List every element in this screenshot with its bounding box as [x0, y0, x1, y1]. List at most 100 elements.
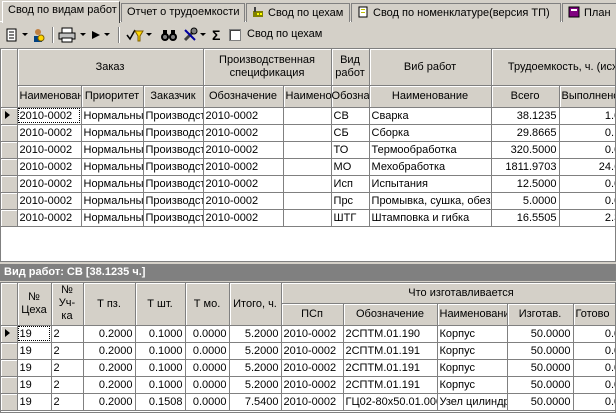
table-cell[interactable]: Прс: [331, 192, 370, 210]
table-cell[interactable]: 1.0000: [559, 107, 615, 125]
table-row[interactable]: 2010-0002НормальныйПроизводство2010-0002…: [1, 192, 615, 210]
table-cell[interactable]: 19: [17, 359, 52, 377]
table-cell[interactable]: Нормальный: [81, 192, 144, 210]
table-cell[interactable]: Сварка: [369, 107, 492, 125]
row-indicator[interactable]: [1, 158, 18, 176]
table-cell[interactable]: [283, 209, 332, 227]
row-indicator[interactable]: [1, 124, 18, 142]
tab-svod-po-nomenklature[interactable]: Свод по номенклатуре(версия ТП): [351, 3, 561, 22]
table-row[interactable]: 2010-0002НормальныйПроизводство2010-0002…: [1, 175, 615, 193]
column-header[interactable]: Итого, ч.: [229, 283, 282, 326]
user-icon[interactable]: [30, 26, 46, 44]
table-cell[interactable]: 0.2000: [83, 393, 136, 411]
row-indicator[interactable]: [1, 209, 18, 227]
table-cell[interactable]: Нормальный: [81, 158, 144, 176]
table-cell[interactable]: 0.2000: [83, 342, 136, 360]
dropdown-arrow-icon[interactable]: [104, 26, 110, 44]
table-cell[interactable]: Корпус: [437, 342, 508, 360]
table-cell[interactable]: 2010-0002: [17, 175, 82, 193]
table-row[interactable]: 19 2 0.2000 0.1508 0.0000 7.5400 2010-0002 ГЦ02…: [1, 393, 615, 411]
table-cell[interactable]: 1811.9703: [491, 158, 560, 176]
row-indicator[interactable]: [1, 141, 18, 159]
table-cell[interactable]: 0.2000: [83, 325, 136, 343]
page-icon[interactable]: [5, 26, 19, 44]
table-cell[interactable]: Производство: [143, 158, 204, 176]
table-cell[interactable]: 2010-0002: [17, 107, 82, 125]
table-cell[interactable]: Испытания: [369, 175, 492, 193]
table-cell[interactable]: 29.8665: [491, 124, 560, 142]
table-cell[interactable]: 24.6333: [559, 158, 615, 176]
table-cell[interactable]: 2СПТМ.01.191: [343, 376, 438, 394]
table-cell[interactable]: Мехобработка: [369, 158, 492, 176]
table-row[interactable]: 19 2 0.2000 0.1000 0.0000 5.2000 2010-0002 2СПТ…: [1, 359, 615, 377]
table-cell[interactable]: 2010-0002: [17, 124, 82, 142]
column-header[interactable]: Т мо.: [185, 283, 230, 326]
table-cell[interactable]: ГЦ02-80х50.01.000: [343, 393, 438, 411]
table-row[interactable]: 2010-0002НормальныйПроизводство2010-0002…: [1, 124, 615, 142]
table-row[interactable]: 2010-0002НормальныйПроизводство2010-0002…: [1, 107, 615, 125]
table-row[interactable]: 2010-0002НормальныйПроизводство2010-0002…: [1, 209, 615, 227]
table-cell[interactable]: Узел цилиндра: [437, 393, 508, 411]
table-cell[interactable]: 2.3000: [559, 209, 615, 227]
table-cell[interactable]: 0.0000: [573, 325, 615, 343]
column-header[interactable]: № Цеха: [17, 283, 52, 326]
table-cell[interactable]: [283, 158, 332, 176]
tab-otchet-o-trudoemkosti[interactable]: Отчет о трудоемкости: [121, 3, 245, 22]
table-cell[interactable]: 38.1235: [491, 107, 560, 125]
table-cell[interactable]: 2010-0002: [203, 107, 284, 125]
table-cell[interactable]: 0.0000: [573, 342, 615, 360]
table-cell[interactable]: 2: [51, 325, 84, 343]
table-cell[interactable]: 0.1000: [135, 325, 186, 343]
table-cell[interactable]: 19: [17, 393, 52, 411]
table-cell[interactable]: 2010-0002: [203, 124, 284, 142]
table-cell[interactable]: Сборка: [369, 124, 492, 142]
table-cell[interactable]: 50.0000: [507, 393, 574, 411]
table-cell[interactable]: 2010-0002: [281, 342, 344, 360]
table-cell[interactable]: 2010-0002: [203, 141, 284, 159]
table-cell[interactable]: Нормальный: [81, 107, 144, 125]
table-cell[interactable]: 0.1000: [135, 342, 186, 360]
table-cell[interactable]: 50.0000: [507, 342, 574, 360]
table-cell[interactable]: 2010-0002: [203, 209, 284, 227]
table-cell[interactable]: Промывка, сушка, обезжиривание: [369, 192, 492, 210]
table-cell[interactable]: 5.2000: [229, 359, 282, 377]
table-cell[interactable]: 2: [51, 359, 84, 377]
table-cell[interactable]: [283, 141, 332, 159]
column-header[interactable]: Изготав.: [507, 303, 574, 326]
column-header[interactable]: Обозначение: [343, 303, 438, 326]
table-cell[interactable]: СБ: [331, 124, 370, 142]
column-header[interactable]: Т шт.: [135, 283, 186, 326]
column-header[interactable]: Наименование: [369, 85, 492, 108]
table-cell[interactable]: 0.0000: [559, 192, 615, 210]
tools-icon[interactable]: [182, 26, 198, 44]
row-indicator[interactable]: [1, 175, 18, 193]
table-cell[interactable]: 320.5000: [491, 141, 560, 159]
table-cell[interactable]: 0.0000: [185, 342, 230, 360]
svod-po-cekham-checkbox[interactable]: [229, 29, 241, 41]
table-row[interactable]: 2010-0002НормальныйПроизводство2010-0002…: [1, 141, 615, 159]
table-cell[interactable]: 2010-0002: [281, 359, 344, 377]
table-cell[interactable]: 0.1400: [559, 124, 615, 142]
tab-svod-po-cekham[interactable]: Свод по цехам: [246, 3, 350, 22]
column-header[interactable]: Готово: [573, 303, 615, 326]
dropdown-arrow-icon[interactable]: [22, 26, 28, 44]
table-cell[interactable]: Производство: [143, 124, 204, 142]
table-cell[interactable]: 0.1000: [135, 376, 186, 394]
table-cell[interactable]: 19: [17, 376, 52, 394]
table-cell[interactable]: 0.0000: [573, 359, 615, 377]
table-cell[interactable]: [283, 175, 332, 193]
table-cell[interactable]: 2010-0002: [281, 376, 344, 394]
table-cell[interactable]: 2010-0002: [203, 158, 284, 176]
table-row[interactable]: 19 2 0.2000 0.1000 0.0000 5.2000 2010-0002 2СПТ…: [1, 376, 615, 394]
dropdown-arrow-icon[interactable]: [200, 26, 206, 44]
play-icon[interactable]: [90, 26, 102, 44]
table-cell[interactable]: 0.0000: [185, 376, 230, 394]
table-row[interactable]: 2010-0002НормальныйПроизводство2010-0002…: [1, 158, 615, 176]
column-header[interactable]: Обозначение: [203, 85, 284, 108]
table-cell[interactable]: 2: [51, 342, 84, 360]
table-cell[interactable]: 50.0000: [507, 376, 574, 394]
work-types-grid[interactable]: Заказ Производственная спецификация Вид …: [0, 48, 616, 262]
table-cell[interactable]: 0.0000: [573, 376, 615, 394]
table-cell[interactable]: 2010-0002: [17, 209, 82, 227]
column-header[interactable]: Приоритет: [81, 85, 144, 108]
